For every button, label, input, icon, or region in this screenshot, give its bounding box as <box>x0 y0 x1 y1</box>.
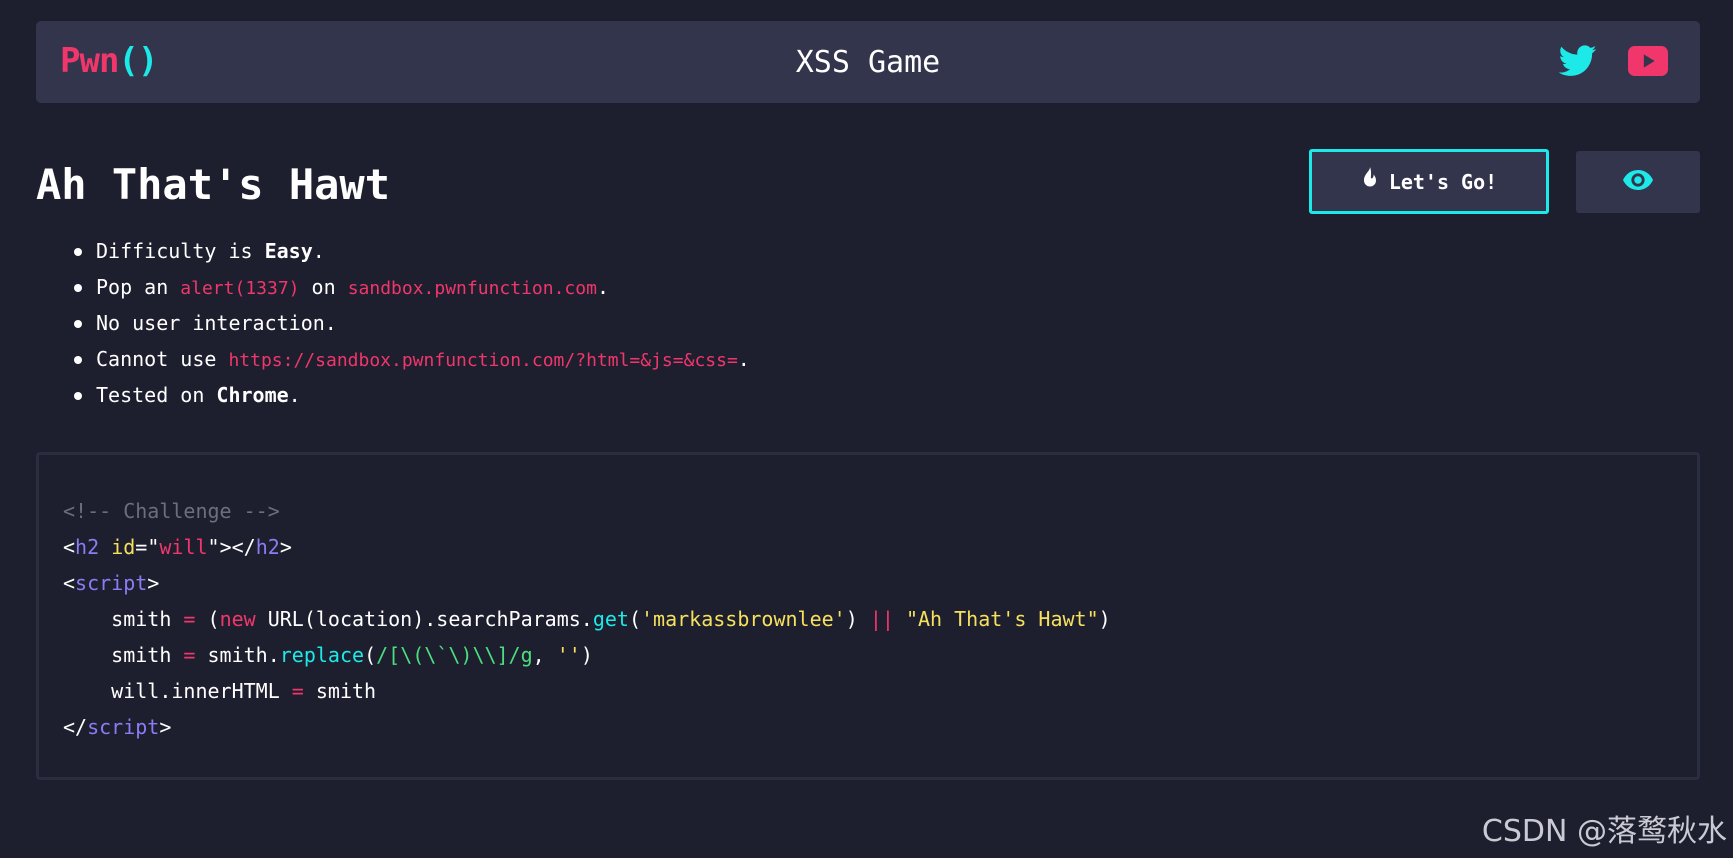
eye-icon <box>1623 170 1653 194</box>
rule-text: . <box>288 383 301 407</box>
rules-list: Difficulty is Easy. Pop an alert(1337) o… <box>72 238 750 418</box>
sandbox-domain: sandbox.pwnfunction.com <box>347 278 597 299</box>
code-token: ) <box>845 607 870 631</box>
rule-text: on <box>299 275 348 299</box>
challenge-code-block[interactable]: <!-- Challenge --> <h2 id="will"></h2> <… <box>36 452 1700 780</box>
code-token: ( <box>364 643 377 667</box>
code-token: '' <box>556 643 581 667</box>
code-token: > <box>147 571 160 595</box>
browser-name: Chrome <box>216 383 289 407</box>
code-token: h2 <box>75 535 100 559</box>
code-token: =" <box>135 535 160 559</box>
list-item: Difficulty is Easy. <box>72 238 750 274</box>
code-token: smith. <box>195 643 280 667</box>
nav-title: XSS Game <box>795 45 941 80</box>
rule-text: Cannot use <box>96 347 229 371</box>
rule-text: Difficulty is <box>96 239 265 263</box>
code-token: "></ <box>207 535 256 559</box>
code-line: <!-- Challenge --> <box>63 493 1673 529</box>
list-item: Tested on Chrome. <box>72 382 750 418</box>
list-item: No user interaction. <box>72 310 750 346</box>
code-line: </script> <box>63 709 1673 745</box>
code-token: smith <box>303 679 377 703</box>
code-token: = <box>183 607 196 631</box>
code-token: URL(location).searchParams. <box>255 607 593 631</box>
rule-text: . <box>596 275 609 299</box>
code-token: ) <box>1098 607 1111 631</box>
code-token: script <box>75 571 148 595</box>
rule-text: . <box>737 347 750 371</box>
difficulty-value: Easy <box>264 239 313 263</box>
code-token: ( <box>195 607 220 631</box>
code-token: = <box>183 643 196 667</box>
code-token: </ <box>63 715 88 739</box>
fire-icon <box>1361 167 1379 196</box>
watermark: CSDN @落鹜秋水 <box>1481 814 1727 849</box>
code-line: smith = (new URL(location).searchParams.… <box>63 601 1673 637</box>
rule-text: Pop an <box>96 275 181 299</box>
rule-text: . <box>312 239 325 263</box>
code-token: < <box>63 571 76 595</box>
code-token: will.innerHTML <box>63 679 292 703</box>
code-token: "Ah That's Hawt" <box>905 607 1099 631</box>
code-token: /[\(\`\)\\]/g <box>376 643 533 667</box>
code-token: > <box>159 715 172 739</box>
forbidden-url: https://sandbox.pwnfunction.com/?html=&j… <box>228 350 738 371</box>
twitter-icon[interactable] <box>1558 41 1598 81</box>
lets-go-button[interactable]: Let's Go! <box>1309 149 1549 214</box>
list-item: Pop an alert(1337) on sandbox.pwnfunctio… <box>72 274 750 310</box>
challenge-title: Ah That's Hawt <box>36 160 391 209</box>
code-token: = <box>291 679 304 703</box>
code-line: <script> <box>63 565 1673 601</box>
social-links <box>1558 41 1668 81</box>
rule-text: No user interaction. <box>96 311 337 335</box>
code-token: ( <box>628 607 642 631</box>
navbar: Pwn() XSS Game <box>36 21 1700 103</box>
rule-text: Tested on <box>96 383 217 407</box>
code-line: will.innerHTML = smith <box>63 673 1673 709</box>
code-token: smith <box>63 607 184 631</box>
code-token: || <box>869 607 894 631</box>
code-line: <h2 id="will"></h2> <box>63 529 1673 565</box>
code-token: replace <box>279 643 365 667</box>
code-token: smith <box>63 643 184 667</box>
list-item: Cannot use https://sandbox.pwnfunction.c… <box>72 346 750 382</box>
alert-code: alert(1337) <box>180 278 300 299</box>
code-token: script <box>87 715 160 739</box>
youtube-icon[interactable] <box>1628 41 1668 81</box>
lets-go-label: Let's Go! <box>1388 169 1498 194</box>
code-token: h2 <box>255 535 280 559</box>
code-token: < <box>63 535 76 559</box>
code-token: ) <box>580 643 593 667</box>
code-token: 'markassbrownlee' <box>641 607 846 631</box>
code-token: get <box>592 607 629 631</box>
page: Pwn() XSS Game Ah That's Hawt Let's Go! … <box>0 0 1733 858</box>
view-solution-button[interactable] <box>1576 151 1700 213</box>
code-token: id <box>111 535 136 559</box>
code-token: , <box>532 643 557 667</box>
code-token: > <box>279 535 292 559</box>
code-token: will <box>159 535 208 559</box>
code-line: smith = smith.replace(/[\(\`\)\\]/g, '') <box>63 637 1673 673</box>
code-comment: <!-- Challenge --> <box>63 499 280 523</box>
code-token: new <box>219 607 256 631</box>
